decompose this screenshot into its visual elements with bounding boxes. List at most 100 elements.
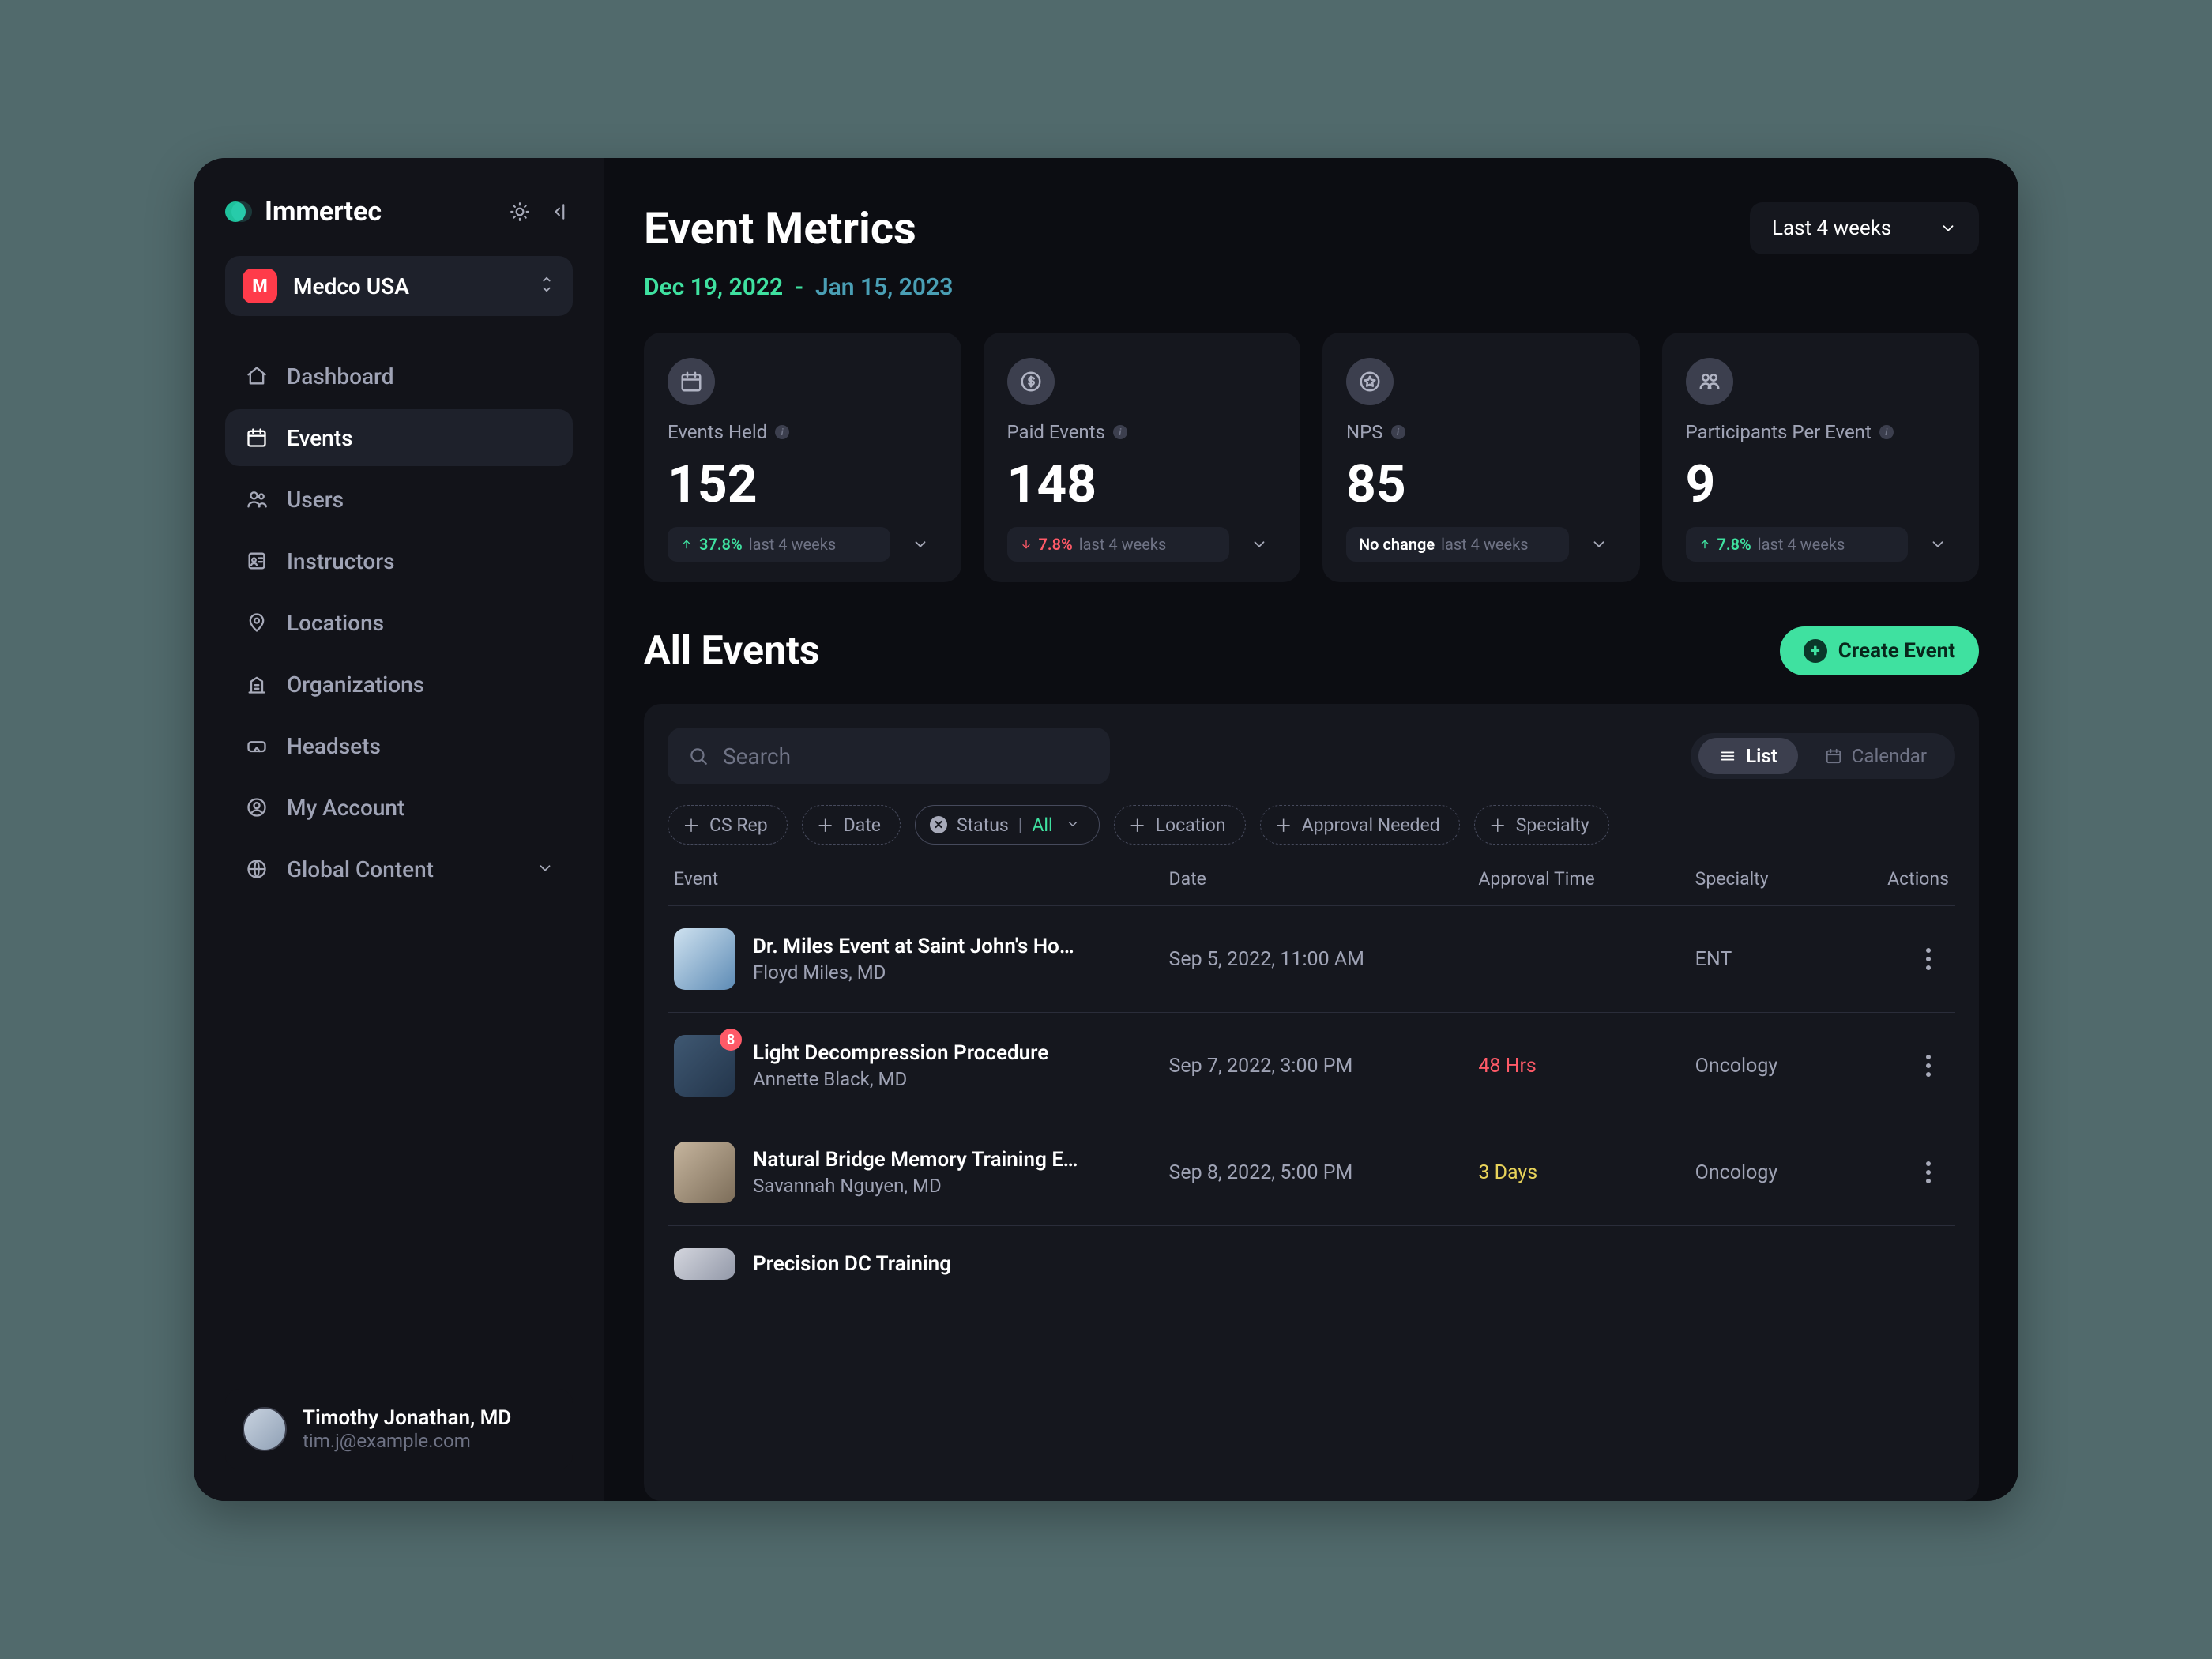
brand-name: Immertec bbox=[265, 196, 382, 228]
events-panel: Search List Calendar ＋ CS Rep bbox=[644, 704, 1979, 1501]
metric-delta: 7.8% last 4 weeks bbox=[1007, 527, 1230, 562]
sidebar-item-organizations[interactable]: Organizations bbox=[225, 656, 573, 713]
sidebar-item-users[interactable]: Users bbox=[225, 471, 573, 528]
calendar-icon bbox=[668, 358, 715, 405]
user-card[interactable]: Timothy Jonathan, MD tim.j@example.com bbox=[225, 1389, 573, 1469]
arrow-up-icon bbox=[1698, 538, 1711, 551]
sidebar-item-dashboard[interactable]: Dashboard bbox=[225, 348, 573, 404]
metrics-row: Events Held i 152 37.8% last 4 weeks bbox=[644, 333, 1979, 582]
metric-value: 152 bbox=[668, 459, 938, 511]
vr-headset-icon bbox=[244, 735, 269, 757]
clear-icon[interactable]: ✕ bbox=[930, 816, 947, 833]
plus-icon: ＋ bbox=[1129, 812, 1146, 837]
notification-badge: 8 bbox=[720, 1029, 742, 1051]
sidebar-item-label: My Account bbox=[287, 795, 404, 821]
event-title: Dr. Miles Event at Saint John's Hosp... bbox=[753, 935, 1085, 958]
table-row[interactable]: Precision DC Training bbox=[668, 1226, 1955, 1302]
event-instructor: Annette Black, MD bbox=[753, 1068, 1048, 1090]
app-window: Immertec M Medco USA Das bbox=[194, 158, 2018, 1501]
create-event-label: Create Event bbox=[1838, 639, 1955, 663]
chevron-down-icon bbox=[1939, 220, 1957, 237]
date-range-select[interactable]: Last 4 weeks bbox=[1750, 202, 1979, 254]
collapse-sidebar-button[interactable] bbox=[549, 200, 573, 224]
theme-toggle-button[interactable] bbox=[508, 200, 532, 224]
table-row[interactable]: Dr. Miles Event at Saint John's Hosp... … bbox=[668, 906, 1955, 1013]
sidebar-item-label: Global Content bbox=[287, 856, 434, 882]
date-range: Dec 19, 2022 - Jan 15, 2023 bbox=[644, 273, 1979, 301]
org-switcher[interactable]: M Medco USA bbox=[225, 256, 573, 316]
section-title: All Events bbox=[644, 628, 820, 674]
info-icon[interactable]: i bbox=[1113, 425, 1127, 439]
metric-expand-button[interactable] bbox=[1920, 527, 1955, 562]
user-icon bbox=[244, 796, 269, 818]
table-row[interactable]: Natural Bridge Memory Training Event Sav… bbox=[668, 1119, 1955, 1226]
table-row[interactable]: 8 Light Decompression Procedure Annette … bbox=[668, 1013, 1955, 1119]
chevron-down-icon bbox=[536, 856, 554, 882]
metric-label: NPS i bbox=[1346, 421, 1616, 443]
event-thumbnail bbox=[674, 928, 735, 990]
sidebar-item-my-account[interactable]: My Account bbox=[225, 779, 573, 836]
info-icon[interactable]: i bbox=[1879, 425, 1894, 439]
sun-icon bbox=[510, 201, 530, 222]
user-name: Timothy Jonathan, MD bbox=[303, 1406, 511, 1430]
sidebar-item-label: Headsets bbox=[287, 733, 381, 759]
th-date: Date bbox=[1169, 868, 1463, 890]
filter-chip-cs-rep[interactable]: ＋ CS Rep bbox=[668, 805, 788, 845]
metric-delta: 37.8% last 4 weeks bbox=[668, 527, 890, 562]
view-list-button[interactable]: List bbox=[1698, 738, 1798, 774]
date-range-select-label: Last 4 weeks bbox=[1772, 216, 1891, 240]
event-approval-time: 3 Days bbox=[1478, 1161, 1679, 1184]
view-calendar-button[interactable]: Calendar bbox=[1804, 738, 1947, 774]
sidebar-item-global-content[interactable]: Global Content bbox=[225, 841, 573, 897]
row-actions-button[interactable] bbox=[1914, 1051, 1943, 1080]
info-icon[interactable]: i bbox=[775, 425, 789, 439]
sidebar-item-label: Organizations bbox=[287, 672, 424, 698]
sidebar-item-events[interactable]: Events bbox=[225, 409, 573, 466]
metric-delta: 7.8% last 4 weeks bbox=[1686, 527, 1909, 562]
filter-chip-date[interactable]: ＋ Date bbox=[802, 805, 901, 845]
search-placeholder: Search bbox=[723, 743, 791, 769]
event-title: Natural Bridge Memory Training Event bbox=[753, 1148, 1085, 1172]
sidebar-item-label: Dashboard bbox=[287, 363, 393, 389]
chevron-down-icon bbox=[912, 536, 929, 553]
metric-expand-button[interactable] bbox=[1242, 527, 1277, 562]
metric-label: Events Held i bbox=[668, 421, 938, 443]
plus-icon: ＋ bbox=[683, 812, 700, 837]
page-title: Event Metrics bbox=[644, 202, 916, 254]
filter-chip-status[interactable]: ✕ Status | All bbox=[915, 805, 1100, 845]
event-thumbnail bbox=[674, 1248, 735, 1280]
row-actions-button[interactable] bbox=[1914, 1158, 1943, 1187]
collapse-icon bbox=[551, 201, 571, 222]
star-icon bbox=[1346, 358, 1394, 405]
filter-chip-location[interactable]: ＋ Location bbox=[1114, 805, 1246, 845]
plus-icon: ＋ bbox=[817, 812, 834, 837]
chevron-down-icon bbox=[1251, 536, 1268, 553]
filter-chip-approval-needed[interactable]: ＋ Approval Needed bbox=[1260, 805, 1460, 845]
event-approval-time: 48 Hrs bbox=[1478, 1055, 1679, 1078]
th-actions: Actions bbox=[1881, 868, 1949, 890]
home-icon bbox=[244, 365, 269, 387]
row-actions-button[interactable] bbox=[1914, 945, 1943, 973]
search-input[interactable]: Search bbox=[668, 728, 1110, 784]
chevron-down-icon bbox=[1929, 536, 1947, 553]
metric-value: 85 bbox=[1346, 459, 1616, 511]
event-date: Sep 5, 2022, 11:00 AM bbox=[1169, 948, 1463, 971]
plus-icon: ＋ bbox=[1275, 812, 1292, 837]
filter-chip-specialty[interactable]: ＋ Specialty bbox=[1474, 805, 1609, 845]
search-icon bbox=[688, 746, 709, 766]
list-icon bbox=[1719, 747, 1736, 765]
calendar-icon bbox=[1825, 747, 1842, 765]
sidebar-item-locations[interactable]: Locations bbox=[225, 594, 573, 651]
th-approval: Approval Time bbox=[1478, 868, 1679, 890]
metric-expand-button[interactable] bbox=[903, 527, 938, 562]
metric-expand-button[interactable] bbox=[1582, 527, 1616, 562]
event-instructor: Savannah Nguyen, MD bbox=[753, 1175, 1085, 1197]
location-pin-icon bbox=[244, 611, 269, 634]
calendar-icon bbox=[244, 427, 269, 449]
create-event-button[interactable]: + Create Event bbox=[1780, 626, 1979, 675]
metric-card-nps: NPS i 85 No change last 4 weeks bbox=[1322, 333, 1640, 582]
info-icon[interactable]: i bbox=[1391, 425, 1405, 439]
users-group-icon bbox=[1686, 358, 1733, 405]
sidebar-item-instructors[interactable]: Instructors bbox=[225, 532, 573, 589]
sidebar-item-headsets[interactable]: Headsets bbox=[225, 717, 573, 774]
